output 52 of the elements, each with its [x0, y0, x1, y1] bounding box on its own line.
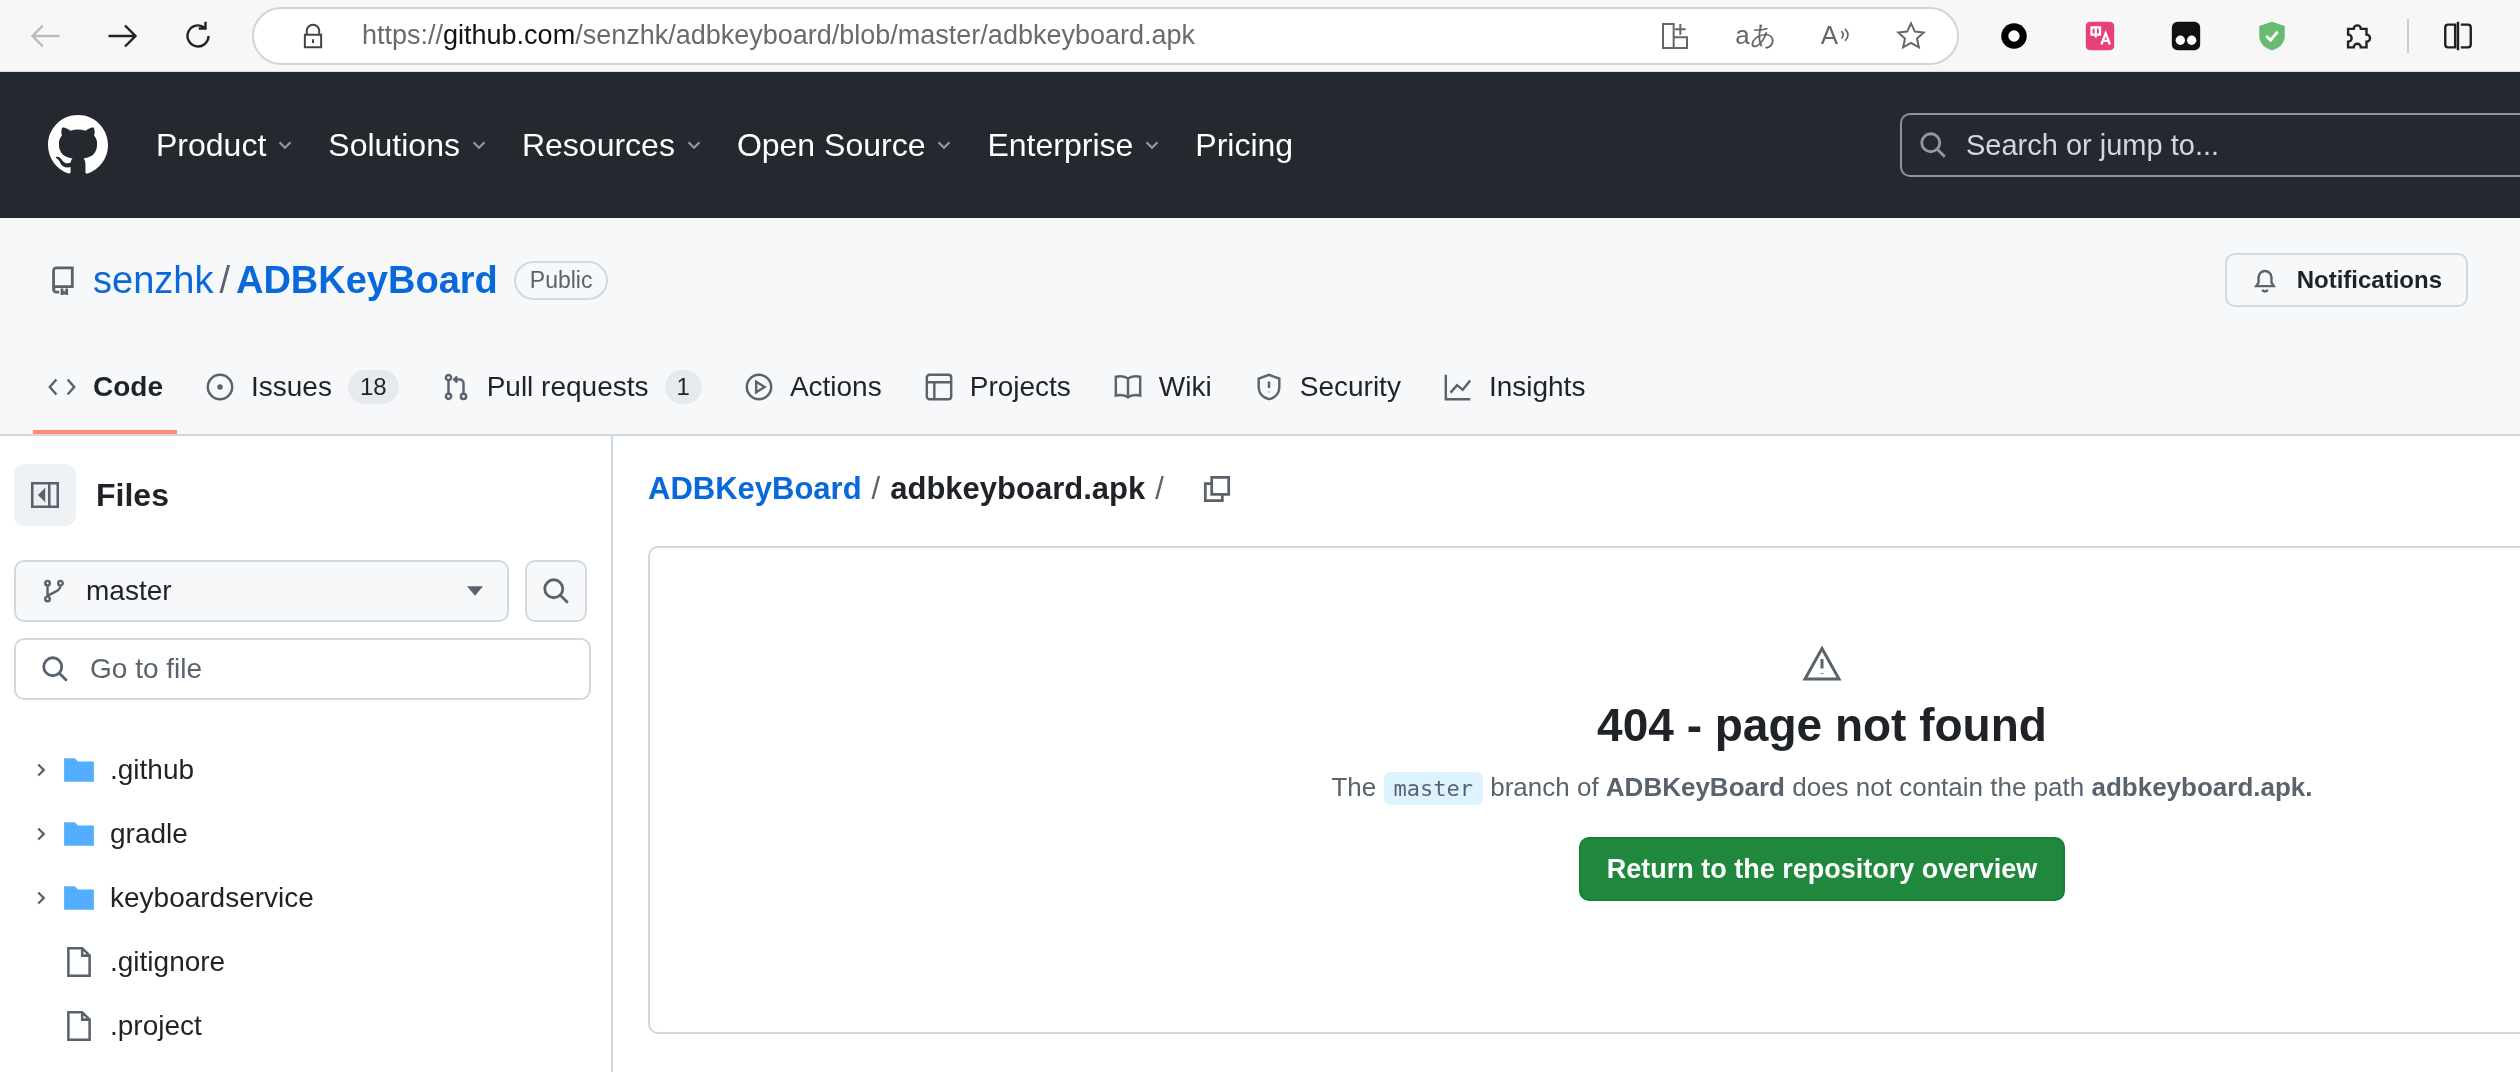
nav-menu-item[interactable]: Solutions	[328, 126, 514, 164]
error-message: The master branch of ADBKeyBoard does not contain the path adbkeyboard.apk.	[1331, 772, 2313, 803]
repo-tab[interactable]: Wiki	[1098, 336, 1226, 434]
visibility-label: Public	[513, 260, 609, 300]
path-separator: /	[1155, 471, 1164, 507]
repo-tab[interactable]: Issues 18	[191, 336, 413, 434]
search-icon	[541, 576, 571, 606]
tree-item-label[interactable]: keyboardservice	[110, 882, 314, 914]
owner-link[interactable]: senzhk	[93, 258, 214, 302]
graph-icon	[1442, 372, 1473, 402]
nav-menu-item[interactable]: Enterprise	[987, 126, 1188, 164]
repo-tab[interactable]: Insights	[1428, 336, 1600, 434]
return-to-repository-button[interactable]: Return to the repository overview	[1578, 837, 2066, 901]
branch-selector[interactable]: master	[14, 560, 509, 622]
go-to-file-field[interactable]: Go to file	[14, 638, 591, 700]
nav-menu-item[interactable]: Resources	[521, 126, 729, 164]
count-badge: 18	[347, 370, 399, 404]
star-icon[interactable]	[1895, 19, 1927, 52]
warning-icon	[1802, 644, 1842, 684]
caret-icon	[467, 586, 483, 596]
tree-item-label[interactable]: .github	[110, 754, 195, 786]
repo-breadcrumb-link[interactable]: ADBKeyBoard	[648, 471, 862, 507]
notifications-button[interactable]: Notifications	[2224, 253, 2468, 307]
octocat-logo-icon[interactable]	[48, 115, 108, 175]
tree-item-label[interactable]: .gitignore	[110, 946, 226, 978]
path-separator: /	[219, 258, 230, 302]
repo-name-link[interactable]: ADBKeyBoard	[235, 258, 498, 302]
tree-item-label[interactable]: .project	[110, 1010, 202, 1042]
search-icon	[1918, 130, 1948, 160]
search-field[interactable]: Search or jump to...	[1900, 113, 2520, 177]
nav-menu-item[interactable]: Open Source	[736, 126, 980, 164]
nav-menu-item[interactable]: Product	[156, 126, 321, 164]
url-text: https://github.com/senzhk/adbkeyboard/blob/master/adbkeyboard.apk	[362, 20, 1196, 51]
search-button[interactable]	[525, 560, 587, 622]
repo-tab[interactable]: Pull requests 1	[426, 336, 716, 434]
files-heading: Files	[96, 476, 169, 514]
nav-menu-item[interactable]: Pricing	[1195, 126, 1308, 164]
error-heading: 404 - page not found	[1597, 698, 2047, 752]
translate-icon[interactable]: aあ	[1735, 18, 1777, 53]
path-separator: /	[871, 471, 881, 507]
address-bar[interactable]: https://github.com/senzhk/adbkeyboard/blob/master/adbkeyboard.apk aあ A	[252, 6, 1959, 65]
repo-tab[interactable]: Projects	[909, 336, 1085, 434]
file-path-text: adbkeyboard.apk	[890, 471, 1146, 507]
repo-tab[interactable]: Code	[33, 336, 177, 434]
count-badge: 1	[664, 370, 702, 404]
search-icon	[40, 654, 70, 684]
table-icon	[923, 372, 954, 402]
repo-tab[interactable]: Actions	[729, 336, 896, 434]
repo-tab[interactable]: Security	[1239, 336, 1415, 434]
play-icon	[743, 372, 774, 402]
tree-item-label[interactable]: gradle	[110, 818, 188, 850]
sidebar-toggle-button[interactable]	[14, 464, 76, 526]
